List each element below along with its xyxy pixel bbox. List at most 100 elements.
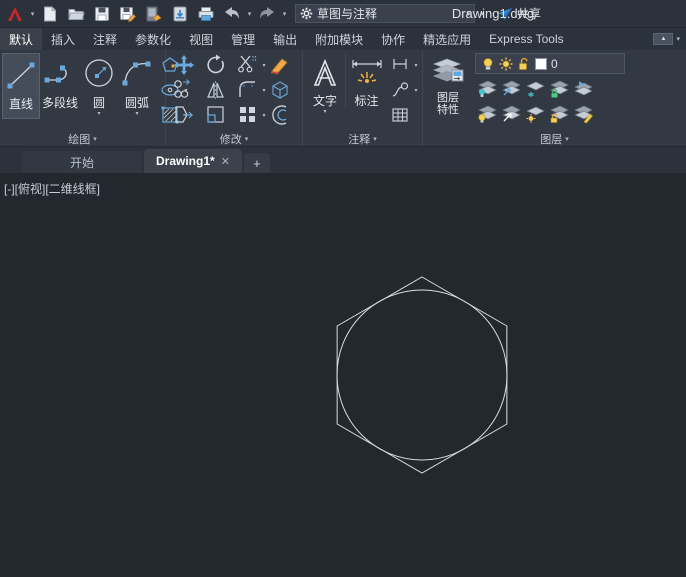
new-document-tab-button[interactable]: + bbox=[244, 153, 270, 173]
hexagon-shape[interactable] bbox=[337, 277, 507, 473]
table-icon[interactable] bbox=[388, 103, 412, 127]
text-caret-icon[interactable]: ▾ bbox=[323, 109, 326, 115]
undo-icon[interactable] bbox=[219, 1, 245, 27]
ribbon-tab-collaborate[interactable]: 协作 bbox=[372, 28, 414, 50]
layer-lock-icon[interactable] bbox=[547, 76, 571, 100]
ribbon-collapse-icon[interactable]: ▲ bbox=[653, 33, 673, 45]
ribbon-tab-annotate[interactable]: 注释 bbox=[84, 28, 126, 50]
layer-match-icon[interactable] bbox=[571, 101, 595, 125]
ribbon-tab-bar: 默认 插入 注释 参数化 视图 管理 输出 附加模块 协作 精选应用 Expre… bbox=[0, 28, 686, 50]
share-button[interactable]: 共享 bbox=[497, 5, 541, 22]
layer-isolate-icon[interactable] bbox=[475, 76, 499, 100]
qat-customize-caret-icon[interactable]: ▾ bbox=[475, 1, 489, 27]
document-tab-bar: 开始 Drawing1* ✕ + bbox=[0, 147, 686, 173]
ribbon-tab-express-tools[interactable]: Express Tools bbox=[480, 28, 572, 50]
draw-panel-caret-icon[interactable]: ▾ bbox=[93, 135, 97, 143]
draw-arc-caret-icon[interactable]: ▾ bbox=[135, 111, 138, 117]
leader-icon[interactable] bbox=[388, 78, 412, 102]
fillet-icon[interactable] bbox=[236, 78, 260, 102]
circle-shape[interactable] bbox=[337, 290, 507, 460]
ribbon-panel-layers-title[interactable]: 图层 ▾ bbox=[425, 131, 684, 146]
workspace-selector[interactable]: 草图与注释 ▾ bbox=[295, 4, 475, 23]
leader-caret-icon[interactable]: ▾ bbox=[412, 87, 420, 94]
autocad-logo-icon[interactable] bbox=[2, 1, 28, 27]
gear-icon bbox=[300, 7, 313, 20]
ribbon-tab-view[interactable]: 视图 bbox=[180, 28, 222, 50]
fillet-caret-icon[interactable]: ▾ bbox=[260, 87, 268, 94]
drawing-canvas[interactable]: [-][俯视][二维线框] bbox=[0, 173, 686, 577]
mirror-icon[interactable] bbox=[204, 78, 228, 102]
array-icon[interactable] bbox=[236, 103, 260, 127]
trim-caret-icon[interactable]: ▾ bbox=[260, 62, 268, 69]
sun-thaw-icon[interactable] bbox=[499, 57, 513, 71]
ribbon-tab-insert[interactable]: 插入 bbox=[42, 28, 84, 50]
layer-properties-button[interactable]: 图层 特性 bbox=[425, 53, 471, 116]
modify-panel-caret-icon[interactable]: ▾ bbox=[245, 135, 249, 143]
draw-line-button[interactable]: 直线 bbox=[2, 53, 40, 119]
layer-color-swatch[interactable] bbox=[535, 58, 547, 70]
unlock-icon[interactable] bbox=[517, 57, 531, 71]
offset-icon[interactable] bbox=[268, 103, 292, 127]
export-icon[interactable] bbox=[141, 1, 167, 27]
chevron-down-icon[interactable]: ▾ bbox=[466, 10, 470, 18]
draw-polyline-button[interactable]: 多段线 bbox=[40, 53, 80, 111]
ribbon-tab-home[interactable]: 默认 bbox=[0, 28, 42, 50]
ribbon-tab-manage[interactable]: 管理 bbox=[222, 28, 264, 50]
ribbon-panel-annotation-title[interactable]: 注释 ▾ bbox=[305, 131, 420, 146]
move-icon[interactable] bbox=[172, 53, 196, 77]
layer-off-icon[interactable] bbox=[475, 101, 499, 125]
stretch-icon[interactable] bbox=[172, 103, 196, 127]
explode-icon[interactable] bbox=[268, 78, 292, 102]
document-tab-drawing1[interactable]: Drawing1* ✕ bbox=[144, 149, 242, 173]
print-icon[interactable] bbox=[193, 1, 219, 27]
lightbulb-on-icon[interactable] bbox=[481, 57, 495, 71]
layer-unlock-icon[interactable] bbox=[547, 101, 571, 125]
save-as-icon[interactable] bbox=[115, 1, 141, 27]
ribbon-panel-modify: ▾ bbox=[166, 50, 303, 146]
ribbon-collapse-caret-icon[interactable]: ▾ bbox=[676, 35, 680, 43]
cloud-save-icon[interactable] bbox=[167, 1, 193, 27]
dimension-style-caret-icon[interactable]: ▾ bbox=[412, 62, 420, 69]
layer-properties-label-2: 特性 bbox=[437, 104, 459, 116]
save-icon[interactable] bbox=[89, 1, 115, 27]
dimension-icon bbox=[348, 56, 386, 90]
layer-freeze-icon[interactable] bbox=[523, 76, 547, 100]
annotation-panel-caret-icon[interactable]: ▾ bbox=[373, 135, 377, 143]
scale-icon[interactable] bbox=[204, 103, 228, 127]
layers-title-label: 图层 bbox=[540, 131, 562, 147]
rotate-icon[interactable] bbox=[204, 53, 228, 77]
ribbon-panel-draw-title[interactable]: 绘图 ▾ bbox=[2, 131, 163, 146]
layers-panel-caret-icon[interactable]: ▾ bbox=[565, 135, 569, 143]
ribbon-tab-parametric[interactable]: 参数化 bbox=[126, 28, 180, 50]
layer-merge-icon[interactable] bbox=[571, 76, 595, 100]
ribbon-tab-output[interactable]: 输出 bbox=[264, 28, 306, 50]
annotation-dimension-button[interactable]: 标注 bbox=[345, 53, 387, 109]
ribbon-panel-modify-title[interactable]: 修改 ▾ bbox=[168, 131, 300, 146]
open-file-icon[interactable] bbox=[63, 1, 89, 27]
ribbon-tab-featured-apps[interactable]: 精选应用 bbox=[414, 28, 480, 50]
ribbon-collapse-control[interactable]: ▲ ▾ bbox=[653, 28, 680, 50]
logo-dropdown-caret-icon[interactable]: ▾ bbox=[28, 1, 37, 27]
draw-circle-caret-icon[interactable]: ▾ bbox=[97, 111, 100, 117]
copy-icon[interactable] bbox=[172, 78, 196, 102]
document-tab-start[interactable]: 开始 bbox=[22, 151, 142, 173]
redo-dropdown-caret-icon[interactable]: ▾ bbox=[280, 1, 289, 27]
layer-control-dropdown[interactable]: 0 bbox=[475, 53, 625, 74]
document-tab-drawing1-label: Drawing1* bbox=[156, 154, 215, 168]
layer-turn-all-on-icon[interactable] bbox=[499, 101, 523, 125]
dimension-style-icon[interactable] bbox=[388, 53, 412, 77]
close-icon[interactable]: ✕ bbox=[221, 155, 230, 168]
layer-unisolate-icon[interactable] bbox=[499, 76, 523, 100]
ribbon-tab-addins[interactable]: 附加模块 bbox=[306, 28, 372, 50]
array-caret-icon[interactable]: ▾ bbox=[260, 112, 268, 119]
annotation-text-button[interactable]: 文字 ▾ bbox=[305, 53, 345, 115]
trim-icon[interactable] bbox=[236, 53, 260, 77]
erase-icon[interactable] bbox=[268, 53, 292, 77]
draw-arc-button[interactable]: 圆弧 ▾ bbox=[118, 53, 156, 117]
share-icon bbox=[497, 7, 513, 21]
layer-thaw-all-icon[interactable] bbox=[523, 101, 547, 125]
undo-dropdown-caret-icon[interactable]: ▾ bbox=[245, 1, 254, 27]
new-file-icon[interactable] bbox=[37, 1, 63, 27]
redo-icon[interactable] bbox=[254, 1, 280, 27]
draw-circle-button[interactable]: 圆 ▾ bbox=[80, 53, 118, 117]
